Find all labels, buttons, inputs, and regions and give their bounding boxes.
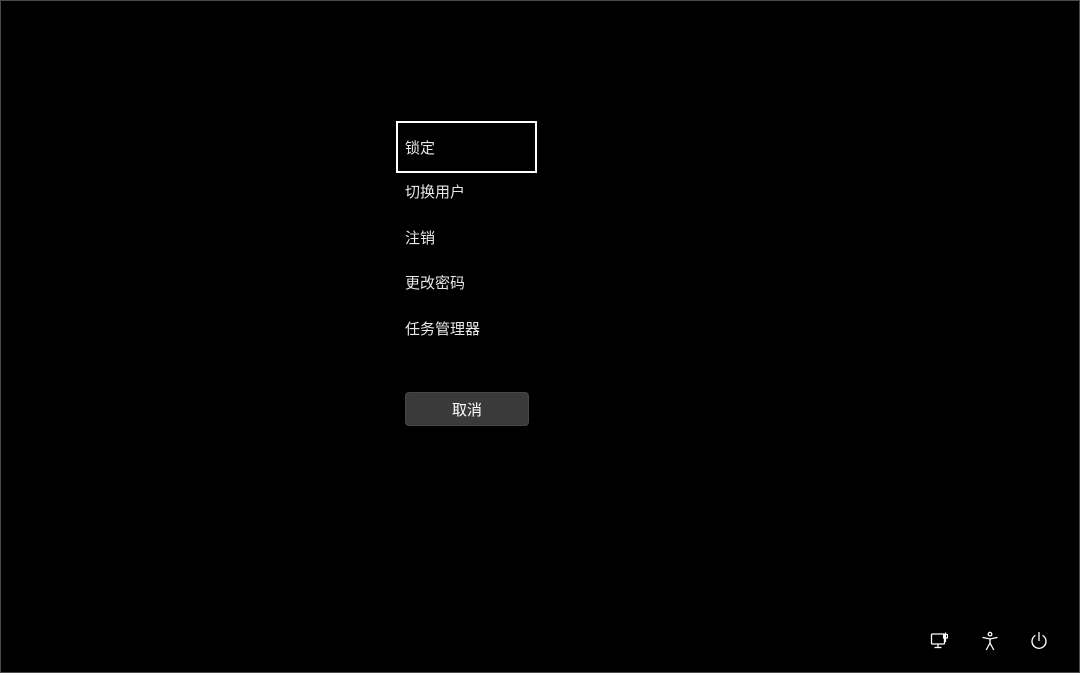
- power-icon: [1031, 631, 1047, 649]
- change-password-option-label: 更改密码: [405, 274, 466, 293]
- network-button[interactable]: [926, 627, 954, 655]
- lock-option-label: 锁定: [405, 138, 436, 157]
- security-options-screen: 锁定 切换用户 注销 更改密码 任务管理器 取消: [0, 0, 1080, 673]
- task-manager-option[interactable]: 任务管理器: [396, 306, 538, 352]
- lock-option[interactable]: 锁定: [396, 121, 537, 173]
- power-button[interactable]: [1025, 627, 1053, 655]
- change-password-option[interactable]: 更改密码: [396, 260, 538, 306]
- accessibility-icon: [982, 631, 998, 651]
- switch-user-option-label: 切换用户: [405, 183, 466, 202]
- network-icon: [930, 632, 949, 649]
- task-manager-option-label: 任务管理器: [405, 319, 481, 338]
- security-options-menu: 锁定 切换用户 注销 更改密码 任务管理器: [396, 121, 538, 351]
- switch-user-option[interactable]: 切换用户: [396, 169, 538, 215]
- accessibility-button[interactable]: [976, 627, 1004, 655]
- sign-out-option[interactable]: 注销: [396, 215, 538, 261]
- sign-out-option-label: 注销: [405, 228, 436, 247]
- cancel-button[interactable]: 取消: [405, 392, 529, 426]
- cancel-button-label: 取消: [451, 400, 482, 419]
